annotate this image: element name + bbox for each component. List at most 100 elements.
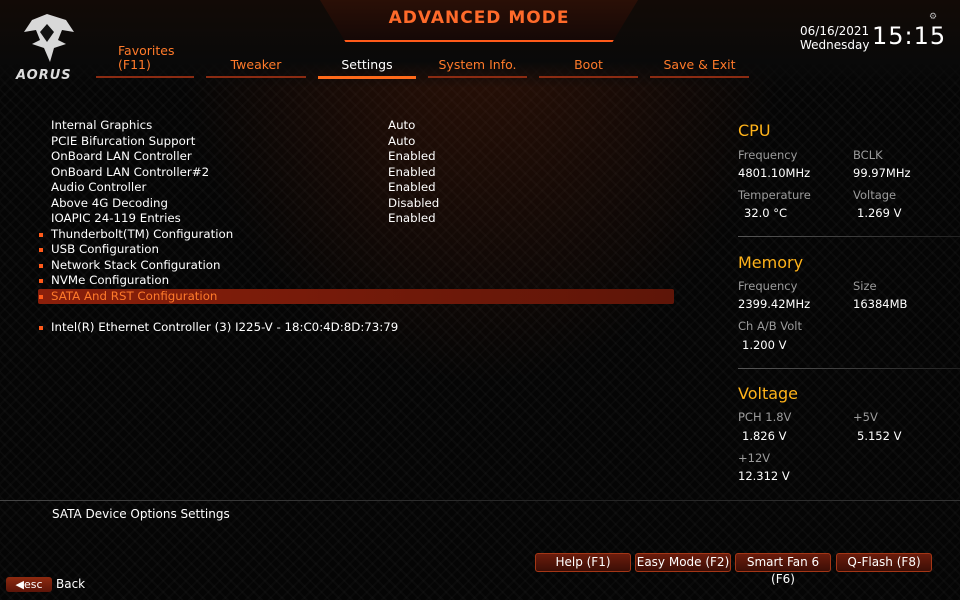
tab-settings-label: Settings xyxy=(341,57,393,72)
tab-tweaker-label: Tweaker xyxy=(230,57,282,72)
menu-label: SATA And RST Configuration xyxy=(51,288,218,303)
back-arrow-icon: ◀ xyxy=(15,578,24,591)
menu-label: Audio Controller xyxy=(51,180,147,194)
tab-save-exit[interactable]: Save & Exit xyxy=(650,44,749,78)
menu-row-internal-graphics[interactable]: Internal Graphics Auto xyxy=(38,118,674,134)
menu-label: NVMe Configuration xyxy=(51,273,170,287)
menu-label: Thunderbolt(TM) Configuration xyxy=(51,226,234,241)
memory-title: Memory xyxy=(738,253,804,272)
menu-row-onboard-lan-2[interactable]: OnBoard LAN Controller#2 Enabled xyxy=(38,165,674,181)
menu-label: OnBoard LAN Controller xyxy=(51,149,192,163)
clock: 15:15 xyxy=(872,22,947,50)
cpu-freq-label: Frequency xyxy=(738,148,798,162)
esc-label: esc xyxy=(23,578,43,591)
smart-fan-button[interactable]: Smart Fan 6 (F6) xyxy=(735,553,831,586)
submenu-bullet-icon xyxy=(39,294,43,299)
tab-system-info[interactable]: System Info. xyxy=(428,44,527,78)
page-title: ADVANCED MODE xyxy=(388,8,570,28)
menu-row-thunderbolt[interactable]: Thunderbolt(TM) Configuration xyxy=(38,227,674,243)
cpu-section: CPU Frequency BCLK 4801.10MHz 99.97MHz T… xyxy=(738,120,960,230)
tab-boot-label: Boot xyxy=(574,57,603,72)
esc-button[interactable]: ◀esc xyxy=(6,577,52,592)
menu-row-audio-controller[interactable]: Audio Controller Enabled xyxy=(38,180,674,196)
memory-freq-label: Frequency xyxy=(738,279,798,293)
cpu-freq-value: 4801.10MHz xyxy=(738,166,811,180)
voltage-title: Voltage xyxy=(738,384,799,403)
tab-save-exit-label: Save & Exit xyxy=(663,57,736,72)
menu-row-above-4g[interactable]: Above 4G Decoding Disabled xyxy=(38,196,674,212)
submenu-bullet-icon xyxy=(39,325,43,330)
day-text: Wednesday xyxy=(800,38,870,52)
submenu-bullet-icon xyxy=(39,279,43,283)
brand-text: AORUS xyxy=(16,68,72,83)
menu-label: USB Configuration xyxy=(51,242,159,256)
back-label[interactable]: Back xyxy=(56,577,85,591)
tab-boot[interactable]: Boot xyxy=(539,44,638,78)
cpu-title: CPU xyxy=(738,121,771,140)
date-text: 06/16/2021 xyxy=(800,24,870,38)
settings-menu: Internal Graphics Auto PCIE Bifurcation … xyxy=(38,118,674,335)
menu-label: PCIE Bifurcation Support xyxy=(51,133,196,148)
menu-value[interactable]: Auto xyxy=(388,118,415,134)
tab-favorites-label: Favorites xyxy=(118,43,175,58)
tab-favorites-key: (F11) xyxy=(118,57,151,72)
menu-row-usb[interactable]: USB Configuration xyxy=(38,242,674,258)
easy-mode-button[interactable]: Easy Mode (F2) xyxy=(635,553,731,572)
menu-label: IOAPIC 24-119 Entries xyxy=(51,211,181,225)
submenu-bullet-icon xyxy=(39,232,43,237)
cpu-bclk-label: BCLK xyxy=(853,148,883,162)
menu-value[interactable]: Auto xyxy=(388,134,415,150)
menu-label: OnBoard LAN Controller#2 xyxy=(51,164,210,179)
voltage-section: Voltage PCH 1.8V +5V 1.826 V 5.152 V +12… xyxy=(738,383,960,503)
q-flash-button[interactable]: Q-Flash (F8) xyxy=(836,553,932,572)
help-divider xyxy=(0,500,960,501)
menu-value[interactable]: Enabled xyxy=(388,165,436,181)
menu-label: Internal Graphics xyxy=(51,118,153,132)
menu-label: Above 4G Decoding xyxy=(51,195,168,210)
cpu-temp-value: 32.0 °C xyxy=(744,206,788,220)
menu-value[interactable]: Disabled xyxy=(388,196,439,212)
cpu-temp-label: Temperature xyxy=(738,188,811,202)
menu-row-pcie-bifurcation[interactable]: PCIE Bifurcation Support Auto xyxy=(38,134,674,150)
memory-volt-label: Ch A/B Volt xyxy=(738,319,802,333)
menu-label: Network Stack Configuration xyxy=(51,257,221,272)
cpu-volt-label: Voltage xyxy=(853,188,897,202)
memory-size-value: 16384MB xyxy=(853,297,908,311)
submenu-bullet-icon xyxy=(39,248,43,252)
memory-freq-value: 2399.42MHz xyxy=(738,297,811,311)
menu-row-sata-rst[interactable]: SATA And RST Configuration xyxy=(38,288,674,304)
tab-system-info-label: System Info. xyxy=(438,57,517,72)
aorus-logo: AORUS xyxy=(14,10,80,86)
menu-row-onboard-lan[interactable]: OnBoard LAN Controller Enabled xyxy=(38,149,674,165)
menu-row-ioapic[interactable]: IOAPIC 24-119 Entries Enabled xyxy=(38,211,674,227)
help-text: SATA Device Options Settings xyxy=(52,507,230,521)
menu-row-network-stack[interactable]: Network Stack Configuration xyxy=(38,258,674,274)
memory-size-label: Size xyxy=(853,279,877,293)
pch-label: PCH 1.8V xyxy=(738,410,792,424)
menu-value[interactable]: Enabled xyxy=(388,149,436,165)
menu-value[interactable]: Enabled xyxy=(388,180,436,196)
tab-settings[interactable]: Settings xyxy=(318,44,416,79)
cpu-volt-value: 1.269 V xyxy=(857,206,902,220)
menu-row-intel-ethernet[interactable]: Intel(R) Ethernet Controller (3) I225-V … xyxy=(38,320,674,336)
menu-value[interactable]: Enabled xyxy=(388,211,436,227)
tab-favorites[interactable]: Favorites (F11) xyxy=(96,44,194,78)
pch-value: 1.826 V xyxy=(742,429,787,443)
v12-value: 12.312 V xyxy=(738,469,790,483)
memory-volt-value: 1.200 V xyxy=(742,338,787,352)
cpu-bclk-value: 99.97MHz xyxy=(853,166,911,180)
menu-row-nvme[interactable]: NVMe Configuration xyxy=(38,273,674,289)
date-box: 06/16/2021 Wednesday xyxy=(800,24,869,52)
memory-section: Memory Frequency Size 2399.42MHz 16384MB… xyxy=(738,252,960,362)
menu-label: Intel(R) Ethernet Controller (3) I225-V … xyxy=(51,319,399,334)
divider xyxy=(738,236,960,237)
gear-icon[interactable]: ⚙ xyxy=(929,12,937,22)
tab-tweaker[interactable]: Tweaker xyxy=(206,44,306,78)
divider xyxy=(738,368,960,369)
v5-value: 5.152 V xyxy=(857,429,902,443)
v12-label: +12V xyxy=(738,451,771,465)
menu-spacer xyxy=(38,304,674,320)
submenu-bullet-icon xyxy=(39,263,43,268)
help-button[interactable]: Help (F1) xyxy=(535,553,631,572)
v5-label: +5V xyxy=(853,410,878,424)
